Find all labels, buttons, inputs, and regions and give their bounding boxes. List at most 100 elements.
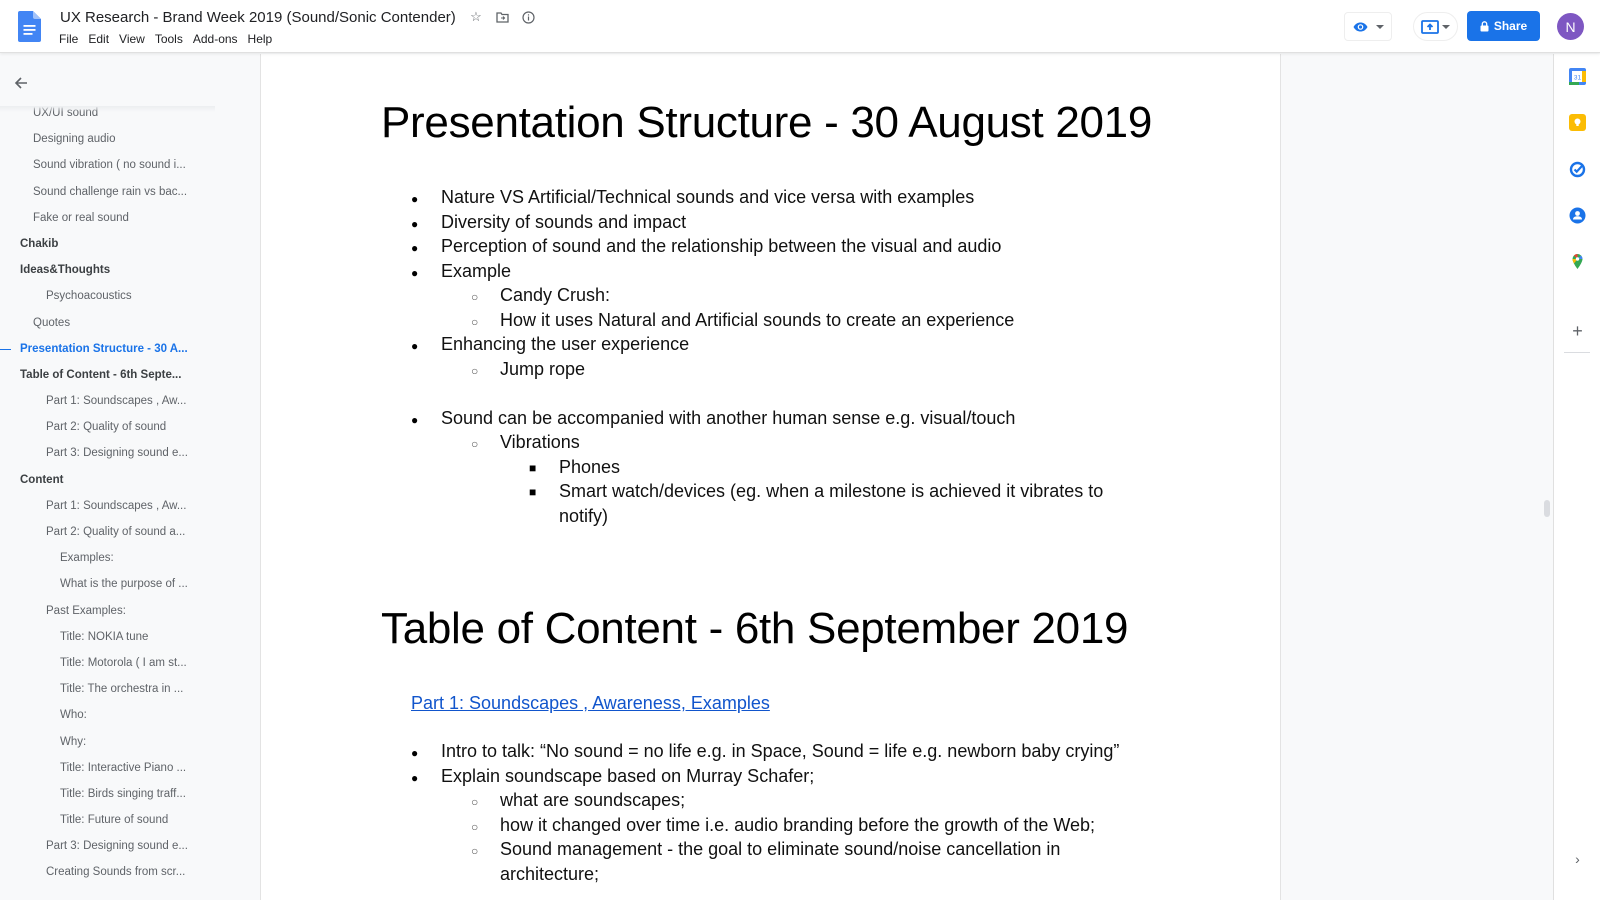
side-panel-divider	[1564, 352, 1590, 353]
bullet-marker: ○	[471, 819, 479, 834]
menu-edit[interactable]: Edit	[83, 32, 114, 46]
list-item: Phones	[559, 456, 621, 477]
bullet-marker: ■	[529, 460, 537, 475]
menu-view[interactable]: View	[114, 32, 150, 46]
bullet-marker: ●	[411, 241, 419, 255]
list-item: Sound can be accompanied with another hu…	[441, 407, 1016, 428]
document-title[interactable]: UX Research - Brand Week 2019 (Sound/Son…	[60, 9, 456, 26]
outline-item[interactable]: Psychoacoustics	[0, 283, 260, 309]
outline-header-shadow	[0, 106, 215, 112]
menu-tools[interactable]: Tools	[150, 32, 188, 46]
page-scrollbar-thumb[interactable]	[1544, 500, 1550, 517]
add-icon[interactable]: +	[1569, 322, 1586, 340]
outline-item[interactable]: Examples:	[0, 545, 260, 571]
list-item: Nature VS Artificial/Technical sounds an…	[441, 187, 975, 207]
list-item: Example	[441, 260, 512, 281]
bullet-marker: ●	[411, 339, 419, 353]
list-item: How it uses Natural and Artificial sound…	[500, 309, 1015, 330]
heading-table-of-content: Table of Content - 6th September 2019	[381, 604, 1129, 653]
chevron-down-icon	[1375, 24, 1384, 29]
contacts-icon[interactable]	[1569, 207, 1586, 224]
outline-item[interactable]: Title: Future of sound	[0, 807, 260, 833]
outline-item[interactable]: Designing audio	[0, 126, 260, 152]
document-page[interactable]: Presentation Structure - 30 August 2019 …	[260, 54, 1281, 900]
info-icon[interactable]	[520, 9, 536, 25]
folder-move-icon[interactable]	[494, 9, 510, 25]
bullet-marker: ○	[471, 437, 479, 451]
outline-list: UX/UI sound Designing audio Sound vibratio…	[0, 100, 260, 886]
keep-icon[interactable]	[1569, 114, 1586, 131]
share-button[interactable]: Share	[1467, 11, 1540, 41]
account-avatar[interactable]: N	[1557, 13, 1584, 40]
list-item: Smart watch/devices (eg. when a mileston…	[559, 481, 1104, 501]
outline-item[interactable]: Part 3: Designing sound e...	[0, 440, 260, 466]
star-icon[interactable]: ☆	[468, 9, 484, 25]
bullet-marker: ○	[471, 363, 479, 378]
outline-item[interactable]: Presentation Structure - 30 A...	[0, 336, 260, 362]
outline-item[interactable]: UX/UI sound	[0, 100, 260, 126]
outline-item[interactable]: Fake or real sound	[0, 205, 260, 231]
view-mode-button[interactable]	[1344, 12, 1392, 41]
outline-item[interactable]: Content	[0, 467, 260, 493]
menu-add-ons[interactable]: Add-ons	[188, 32, 243, 46]
list-item: Sound management - the goal to eliminate…	[500, 839, 1061, 859]
outline-item[interactable]: Part 2: Quality of sound	[0, 414, 260, 440]
outline-item[interactable]: Who:	[0, 702, 260, 728]
outline-item[interactable]: Part 2: Quality of sound a...	[0, 519, 260, 545]
outline-item[interactable]: What is the purpose of ...	[0, 571, 260, 597]
outline-item[interactable]: Creating Sounds from scr...	[0, 859, 260, 885]
present-icon	[1421, 19, 1439, 34]
heading-presentation-structure: Presentation Structure - 30 August 2019	[381, 98, 1153, 147]
chevron-right-icon[interactable]: ›	[1569, 851, 1586, 868]
outline-item[interactable]: Table of Content - 6th Septe...	[0, 362, 260, 388]
google-docs-icon[interactable]	[18, 11, 41, 42]
side-panel: 31 + ›	[1553, 54, 1600, 900]
bullet-marker: ●	[411, 216, 419, 231]
bullet-marker: ■	[529, 485, 537, 499]
present-button[interactable]	[1413, 12, 1458, 41]
outline-item[interactable]: Why:	[0, 729, 260, 755]
outline-item[interactable]: Title: Motorola ( I am st...	[0, 650, 260, 676]
svg-text:31: 31	[1574, 75, 1582, 82]
list-item: how it changed over time i.e. audio bran…	[500, 814, 1096, 835]
bullet-marker: ○	[471, 314, 479, 329]
outline-item[interactable]: Sound vibration ( no sound i...	[0, 152, 260, 178]
outline-item[interactable]: Ideas&Thoughts	[0, 257, 260, 283]
list-item: Jump rope	[500, 358, 586, 379]
bullet-marker: ●	[411, 746, 419, 760]
outline-item[interactable]: Chakib	[0, 231, 260, 257]
part1-link[interactable]: Part 1: Soundscapes , Awareness, Example…	[411, 693, 770, 714]
outline-item[interactable]: Title: Interactive Piano ...	[0, 755, 260, 781]
menu-file[interactable]: File	[59, 32, 83, 46]
eye-icon	[1353, 22, 1367, 31]
outline-item[interactable]: Part 3: Designing sound e...	[0, 833, 260, 859]
list-item: what are soundscapes;	[500, 790, 686, 810]
arrow-left-icon[interactable]	[14, 74, 28, 95]
top-bar: UX Research - Brand Week 2019 (Sound/Son…	[0, 0, 1600, 53]
calendar-icon[interactable]: 31	[1569, 68, 1586, 85]
document-outline: UX/UI sound Designing audio Sound vibratio…	[0, 54, 260, 900]
list-item: Candy Crush:	[500, 285, 611, 305]
bullet-marker: ●	[411, 412, 419, 427]
list-item: architecture;	[500, 863, 600, 884]
maps-icon[interactable]	[1569, 253, 1586, 270]
outline-item[interactable]: Quotes	[0, 310, 260, 336]
tasks-icon[interactable]	[1569, 161, 1586, 178]
list-item: Intro to talk: “No sound = no life e.g. …	[441, 741, 1120, 761]
outline-item[interactable]: Part 1: Soundscapes , Aw...	[0, 388, 260, 414]
bullet-marker: ●	[411, 192, 419, 206]
outline-item[interactable]: Title: The orchestra in ...	[0, 676, 260, 702]
outline-item[interactable]: Sound challenge rain vs bac...	[0, 179, 260, 205]
list-item: Vibrations	[500, 432, 580, 452]
menu-bar: File Edit View Tools Add-ons Help	[59, 32, 277, 46]
outline-item[interactable]: Part 1: Soundscapes , Aw...	[0, 493, 260, 519]
list-item: Explain soundscape based on Murray Schaf…	[441, 765, 815, 786]
outline-item[interactable]: Past Examples:	[0, 598, 260, 624]
outline-item[interactable]: Title: NOKIA tune	[0, 624, 260, 650]
bullet-marker: ○	[471, 844, 479, 858]
outline-item[interactable]: Title: Birds singing traff...	[0, 781, 260, 807]
bullet-marker: ○	[471, 795, 479, 809]
chevron-down-icon	[1442, 24, 1450, 29]
list-item: notify)	[559, 505, 609, 526]
menu-help[interactable]: Help	[243, 32, 278, 46]
